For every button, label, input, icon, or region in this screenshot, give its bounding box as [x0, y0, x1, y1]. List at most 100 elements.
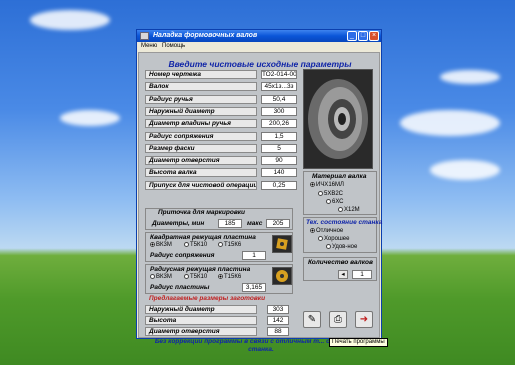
- radio-dot: [310, 228, 315, 233]
- material-radio-0[interactable]: ИЧХ16МЛ: [310, 182, 344, 188]
- round-radio-t5k10[interactable]: Т5К10: [184, 274, 207, 280]
- rolls-label: Количество валков: [308, 259, 373, 266]
- rolls-group: Количество валков 1 ◂: [303, 257, 377, 281]
- radio-dot: [318, 236, 323, 241]
- machine-radio-1[interactable]: Хорошее: [318, 236, 349, 242]
- material-title: Материал валка: [312, 173, 367, 180]
- print-tooltip: Печать программы: [329, 338, 388, 347]
- radio-dot: [184, 274, 189, 279]
- radio-dot: [218, 242, 223, 247]
- radio-dot: [326, 244, 331, 249]
- marking-max-field[interactable]: 205: [266, 219, 290, 228]
- param-label: Диаметр отверстия: [145, 156, 257, 166]
- minimize-button[interactable]: _: [347, 31, 357, 41]
- round-radius-label: Радиус пластины: [150, 284, 210, 291]
- cloud: [430, 160, 500, 180]
- exit-icon: ➜: [359, 314, 369, 325]
- param-value-field[interactable]: 0,25: [261, 180, 297, 190]
- param-label: Номер чертежа: [145, 70, 257, 79]
- radio-label: Хорошее: [324, 236, 350, 243]
- app-icon: [140, 32, 149, 40]
- maximize-button[interactable]: □: [358, 31, 368, 41]
- square-insert-icon: [272, 235, 292, 253]
- marking-min-field[interactable]: 185: [218, 219, 242, 228]
- menu-item-menu[interactable]: Меню: [141, 43, 157, 49]
- radio-dot: [338, 207, 343, 212]
- param-value-field[interactable]: 1,5: [261, 131, 297, 141]
- form-area: Введите чистовые исходные параметры Номе…: [138, 52, 388, 353]
- rolls-stepper-left[interactable]: ◂: [338, 270, 348, 279]
- param-label: Валок: [145, 82, 257, 92]
- radio-label: ВК3М: [156, 242, 172, 249]
- material-radio-3[interactable]: Х12М: [338, 207, 360, 213]
- radio-dot: [310, 182, 315, 187]
- radio-label: Х12М: [344, 207, 360, 214]
- param-value-field[interactable]: 50,4: [261, 94, 297, 104]
- marking-group: Приточка для маркировки Диаметры, мин 18…: [145, 208, 293, 230]
- material-radio-1[interactable]: 5ХВ2С: [318, 191, 343, 197]
- param-label: Радиус сопряжения: [145, 131, 257, 141]
- rolls-field[interactable]: 1: [352, 270, 372, 279]
- round-radius-field[interactable]: 3,165: [242, 283, 266, 292]
- round-radio-t15k6[interactable]: Т15К6: [218, 274, 241, 280]
- print-icon: ⎙: [334, 314, 342, 325]
- square-radius-field[interactable]: 1: [242, 251, 266, 260]
- param-label: Радиус ручья: [145, 94, 257, 104]
- app-window: Наладка формовочных валов _ □ × Меню Пом…: [136, 29, 388, 353]
- square-radio-vk3m[interactable]: ВК3М: [150, 242, 172, 248]
- cloud: [60, 110, 120, 126]
- param-value-field[interactable]: 140: [261, 168, 297, 178]
- exit-button[interactable]: ➜: [355, 311, 373, 328]
- radio-dot: [326, 199, 331, 204]
- param-value-field[interactable]: 200,26: [261, 119, 297, 129]
- round-plate-group: Радиусная режущая пластина ВК3М Т5К10 Т1…: [145, 264, 293, 294]
- proposed-value: 88: [267, 327, 289, 336]
- menu-bar: Меню Помощь: [137, 42, 381, 52]
- radio-label: ВК3М: [156, 274, 172, 281]
- param-value-field[interactable]: 300: [261, 106, 297, 116]
- marking-title: Приточка для маркировки: [158, 209, 246, 216]
- close-button[interactable]: ×: [369, 31, 379, 41]
- edit-icon: ✎: [307, 314, 317, 325]
- radio-label: Удов-ное: [332, 244, 358, 251]
- title-bar[interactable]: Наладка формовочных валов _ □ ×: [137, 30, 381, 42]
- radio-label: ИЧХ16МЛ: [316, 182, 344, 189]
- radio-dot: [218, 274, 223, 279]
- proposed-label: Высота: [145, 316, 257, 325]
- radio-label: 6ХС: [332, 199, 344, 206]
- param-value-field[interactable]: 5: [261, 143, 297, 153]
- form-header: Введите чистовые исходные параметры: [168, 59, 352, 69]
- param-value-field[interactable]: 90: [261, 156, 297, 166]
- machine-state-title: Тех. состояние станка: [306, 219, 383, 226]
- material-group: Материал валка ИЧХ16МЛ 5ХВ2С 6ХС Х12М: [303, 171, 377, 215]
- square-plate-group: Квадратная режущая пластина ВК3М Т5К10 Т…: [145, 232, 293, 262]
- radio-label: 5ХВ2С: [324, 191, 344, 198]
- proposed-label: Наружный диаметр: [145, 305, 257, 314]
- radio-dot: [150, 274, 155, 279]
- radio-label: Отличное: [316, 228, 344, 235]
- square-radio-t5k10[interactable]: Т5К10: [184, 242, 207, 248]
- radio-label: Т15К6: [224, 242, 242, 249]
- material-radio-2[interactable]: 6ХС: [326, 199, 343, 205]
- cloud: [440, 70, 500, 84]
- square-radio-t15k6[interactable]: Т15К6: [218, 242, 241, 248]
- roller-photo: [303, 69, 373, 169]
- proposed-label: Диаметр отверстия: [145, 327, 257, 336]
- radio-dot: [318, 191, 323, 196]
- machine-radio-0[interactable]: Отличное: [310, 228, 343, 234]
- proposed-title: Предлагаемые размеры заготовки: [149, 295, 266, 302]
- param-value-field[interactable]: ТО2-014-001: [261, 70, 297, 79]
- round-insert-icon: [272, 267, 292, 285]
- round-plate-title: Радиусная режущая пластина: [150, 266, 251, 273]
- edit-button[interactable]: ✎: [303, 311, 321, 328]
- print-program-button[interactable]: ⎙: [329, 311, 347, 328]
- round-radio-vk3m[interactable]: ВК3М: [150, 274, 172, 280]
- proposed-value: 142: [267, 316, 289, 325]
- param-label: Припуск для чистовой операции: [145, 180, 257, 190]
- menu-item-help[interactable]: Помощь: [162, 43, 185, 49]
- machine-radio-2[interactable]: Удов-ное: [326, 244, 357, 250]
- param-value-field[interactable]: 45х1з...3з: [261, 82, 297, 92]
- square-radius-label: Радиус сопряжения: [150, 252, 215, 259]
- marking-max-label: макс: [247, 220, 263, 227]
- radio-dot: [150, 242, 155, 247]
